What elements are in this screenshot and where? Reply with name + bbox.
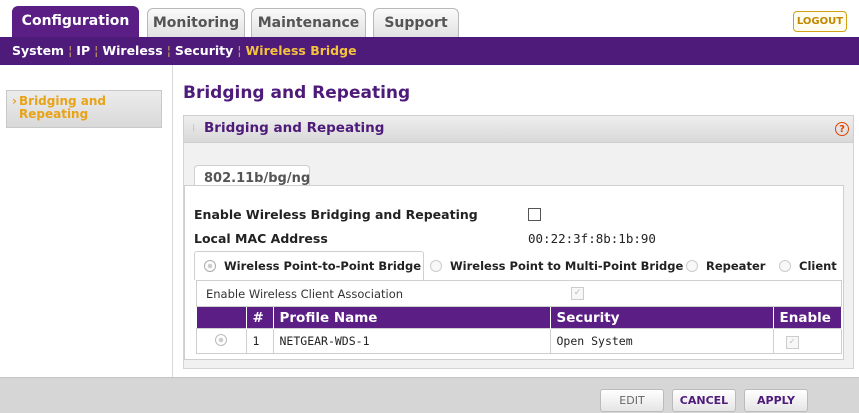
- column-header-select: [196, 307, 247, 329]
- mode-label: Wireless Point-to-Point Bridge: [224, 259, 422, 273]
- local-mac-value: 00:22:3f:8b:1b:90: [528, 231, 656, 246]
- tab-support[interactable]: Support: [373, 8, 459, 37]
- cancel-button[interactable]: CANCEL: [672, 389, 736, 412]
- sidebar-item-label: Bridging and Repeating: [19, 94, 107, 121]
- client-association-checkbox[interactable]: ✓: [571, 287, 584, 300]
- local-mac-label: Local MAC Address: [194, 231, 328, 246]
- radio-tab-label: 802.11b/bg/ng: [204, 171, 311, 186]
- row-number: 1: [245, 328, 274, 354]
- mode-client[interactable]: Client: [779, 252, 837, 280]
- logout-button[interactable]: LOGOUT: [793, 11, 847, 32]
- apply-button[interactable]: APPLY: [744, 389, 808, 412]
- enable-bridging-label: Enable Wireless Bridging and Repeating: [194, 207, 478, 222]
- subnav-item-wireless-bridge[interactable]: Wireless Bridge: [246, 37, 357, 65]
- row-select-cell[interactable]: [196, 328, 247, 354]
- drag-handle-icon: ⁞: [192, 123, 196, 134]
- table-header-row: # Profile Name Security Enable: [196, 307, 842, 329]
- sidebar: › Bridging and Repeating: [0, 65, 173, 377]
- mode-label: Repeater: [706, 259, 766, 273]
- subnav-item-wireless[interactable]: Wireless: [102, 37, 162, 65]
- edit-button[interactable]: EDIT: [600, 389, 664, 412]
- subnav-item-system[interactable]: System: [0, 37, 64, 65]
- radio-unselected: [686, 260, 698, 272]
- subnav-separator: ¦: [68, 43, 73, 58]
- column-header-number: #: [246, 307, 274, 329]
- column-header-enable: Enable: [773, 307, 842, 329]
- tab-configuration[interactable]: Configuration: [12, 6, 139, 37]
- row-security: Open System: [549, 328, 774, 354]
- panel-title: Bridging and Repeating: [204, 120, 385, 136]
- column-header-profile-name: Profile Name: [273, 307, 551, 329]
- help-icon[interactable]: ?: [835, 122, 849, 136]
- row-radio[interactable]: [215, 333, 228, 346]
- bridge-mode-group: Wireless Point-to-Point Bridge Wireless …: [194, 251, 842, 280]
- radio-unselected: [430, 260, 442, 272]
- client-association-row: Enable Wireless Client Association: [196, 280, 842, 307]
- mode-point-to-multipoint[interactable]: Wireless Point to Multi-Point Bridge: [430, 252, 683, 280]
- tab-monitoring[interactable]: Monitoring: [147, 8, 245, 37]
- row-enable-cell: ✓: [772, 328, 842, 354]
- sub-navigation: System ¦ IP ¦ Wireless ¦ Security ¦ Wireless Bri…: [0, 37, 859, 65]
- chevron-right-icon: ›: [12, 94, 17, 108]
- subnav-separator: ¦: [166, 43, 171, 58]
- radio-selected: [204, 260, 216, 272]
- row-enable-checkbox[interactable]: ✓: [785, 336, 799, 349]
- tab-maintenance[interactable]: Maintenance: [251, 8, 366, 37]
- subnav-item-security[interactable]: Security: [175, 37, 233, 65]
- mode-repeater[interactable]: Repeater: [686, 252, 765, 280]
- column-header-security: Security: [550, 307, 774, 329]
- mode-label: Client: [799, 259, 837, 273]
- footer-bar: EDIT CANCEL APPLY: [0, 377, 859, 413]
- subnav-item-ip[interactable]: IP: [76, 37, 90, 65]
- mode-label: Wireless Point to Multi-Point Bridge: [450, 259, 684, 273]
- table-row[interactable]: 1 NETGEAR-WDS-1 Open System ✓: [196, 328, 842, 354]
- sidebar-item-bridging-and-repeating[interactable]: › Bridging and Repeating: [6, 90, 162, 128]
- mode-point-to-point[interactable]: Wireless Point-to-Point Bridge: [194, 251, 424, 280]
- panel-header: ⁞ Bridging and Repeating ?: [183, 115, 854, 143]
- profile-table: # Profile Name Security Enable 1 NETGEAR…: [196, 307, 842, 354]
- client-association-label: Enable Wireless Client Association: [206, 287, 404, 301]
- row-profile-name: NETGEAR-WDS-1: [272, 328, 551, 354]
- page-title: Bridging and Repeating: [183, 83, 411, 103]
- enable-bridging-checkbox[interactable]: [528, 208, 541, 221]
- subnav-separator: ¦: [94, 43, 99, 58]
- radio-unselected: [779, 260, 791, 272]
- top-tab-bar: Configuration Monitoring Maintenance Sup…: [0, 0, 859, 37]
- subnav-separator: ¦: [237, 43, 242, 58]
